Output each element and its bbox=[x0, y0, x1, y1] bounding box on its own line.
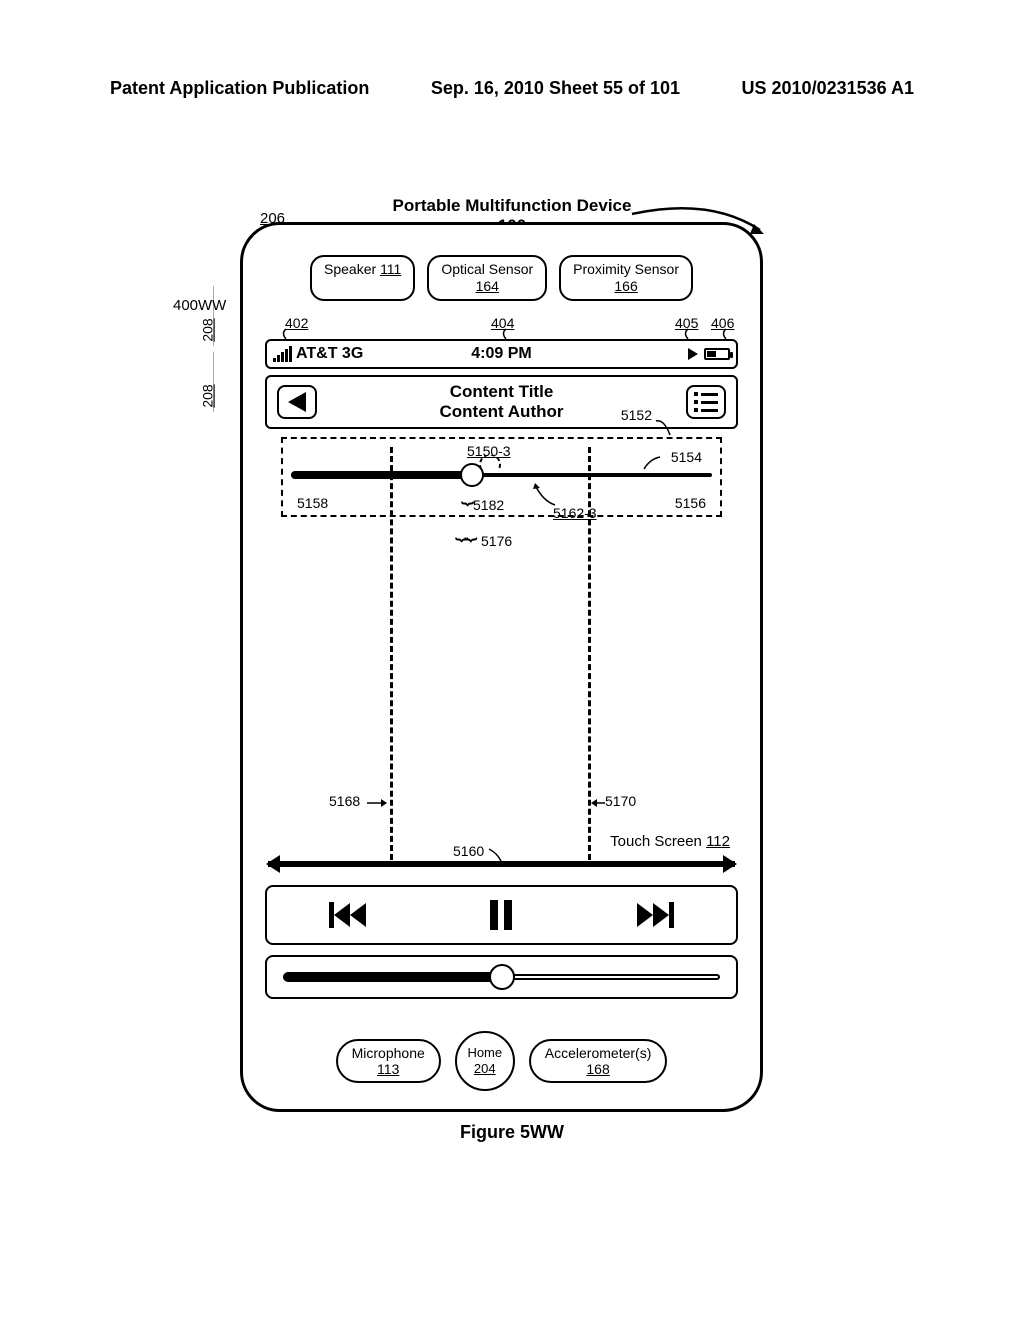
speaker-box: Speaker 111 bbox=[310, 255, 415, 301]
brace-5182: ⏟ bbox=[461, 479, 474, 505]
touchscreen-label: Touch Screen 112 bbox=[610, 833, 730, 850]
back-arrow-icon bbox=[288, 392, 306, 412]
optical-label: Optical Sensor bbox=[441, 261, 533, 278]
microphone-box: Microphone 113 bbox=[336, 1039, 441, 1083]
ref-5182: 5182 bbox=[473, 497, 504, 513]
prev-tri2-icon bbox=[350, 903, 366, 927]
ref-208a: 208 bbox=[200, 318, 216, 341]
lead-5168 bbox=[365, 797, 389, 809]
speaker-num: 111 bbox=[380, 261, 401, 277]
list-icon bbox=[694, 392, 718, 412]
volume-track-fill bbox=[283, 972, 502, 982]
pause-bar1-icon bbox=[490, 900, 498, 930]
touchscreen-num: 112 bbox=[706, 833, 730, 850]
touchscreen-text: Touch Screen bbox=[610, 833, 702, 850]
status-bar: AT&T 3G 4:09 PM bbox=[265, 339, 738, 369]
header-left: Patent Application Publication bbox=[110, 78, 369, 99]
device-title: Portable Multifunction Device bbox=[0, 196, 1024, 216]
ref-5158: 5158 bbox=[297, 495, 328, 511]
back-button[interactable] bbox=[277, 385, 317, 419]
home-label: Home bbox=[467, 1045, 502, 1061]
battery-icon bbox=[704, 348, 730, 360]
track-filled bbox=[291, 471, 472, 479]
volume-box bbox=[265, 955, 738, 999]
home-button[interactable]: Home 204 bbox=[455, 1031, 515, 1091]
mic-num: 113 bbox=[352, 1061, 425, 1077]
proximity-label: Proximity Sensor bbox=[573, 261, 679, 278]
status-time: 4:09 PM bbox=[267, 345, 736, 363]
ref-400ww: 400WW bbox=[173, 297, 226, 314]
dashed-line-5168 bbox=[390, 447, 393, 860]
ref-5160: 5160 bbox=[453, 843, 484, 859]
optical-box: Optical Sensor 164 bbox=[427, 255, 547, 301]
next-button[interactable] bbox=[637, 902, 674, 928]
next-tri2-icon bbox=[653, 903, 669, 927]
volume-thumb[interactable] bbox=[489, 964, 515, 990]
ref-5154: 5154 bbox=[671, 449, 702, 465]
ref-208b: 208 bbox=[200, 384, 216, 407]
prev-button[interactable] bbox=[329, 902, 366, 928]
lead-5154 bbox=[642, 453, 664, 471]
accel-num: 168 bbox=[545, 1061, 652, 1077]
lead-5170 bbox=[591, 797, 607, 809]
lead-5152 bbox=[654, 417, 674, 439]
next-tri1-icon bbox=[637, 903, 653, 927]
next-bar-icon bbox=[669, 902, 674, 928]
content-title: Content Title bbox=[317, 382, 686, 402]
brace-5176: ⏟⏟ bbox=[455, 515, 473, 541]
device-frame: Speaker 111 Optical Sensor 164 Proximity… bbox=[240, 222, 763, 1112]
bottom-sensors: Microphone 113 Home 204 Accelerometer(s)… bbox=[243, 1031, 760, 1091]
proximity-num: 166 bbox=[573, 278, 679, 295]
prev-tri1-icon bbox=[334, 903, 350, 927]
ref-5156: 5156 bbox=[675, 495, 706, 511]
lead-5162-3 bbox=[531, 483, 561, 509]
volume-slider[interactable] bbox=[283, 972, 720, 982]
list-button[interactable] bbox=[686, 385, 726, 419]
speaker-label: Speaker bbox=[324, 261, 376, 277]
accel-label: Accelerometer(s) bbox=[545, 1045, 652, 1061]
lead-5150-3 bbox=[475, 455, 505, 473]
optical-num: 164 bbox=[441, 278, 533, 295]
ref-5152: 5152 bbox=[621, 407, 652, 423]
proximity-box: Proximity Sensor 166 bbox=[559, 255, 693, 301]
ref-5168: 5168 bbox=[329, 793, 360, 809]
pause-button[interactable] bbox=[490, 900, 512, 930]
header-right: US 2010/0231536 A1 bbox=[742, 78, 914, 99]
sensor-row: Speaker 111 Optical Sensor 164 Proximity… bbox=[243, 255, 760, 301]
accelerometer-box: Accelerometer(s) 168 bbox=[529, 1039, 668, 1083]
home-num: 204 bbox=[474, 1061, 496, 1077]
header-center: Sep. 16, 2010 Sheet 55 of 101 bbox=[431, 78, 680, 99]
figure-caption: Figure 5WW bbox=[0, 1122, 1024, 1143]
page-header: Patent Application Publication Sep. 16, … bbox=[110, 78, 914, 99]
ref-5170: 5170 bbox=[605, 793, 636, 809]
playback-controls bbox=[265, 885, 738, 945]
mic-label: Microphone bbox=[352, 1045, 425, 1061]
pause-bar2-icon bbox=[504, 900, 512, 930]
ref-5176: 5176 bbox=[481, 533, 512, 549]
horizontal-arrow bbox=[268, 861, 735, 867]
